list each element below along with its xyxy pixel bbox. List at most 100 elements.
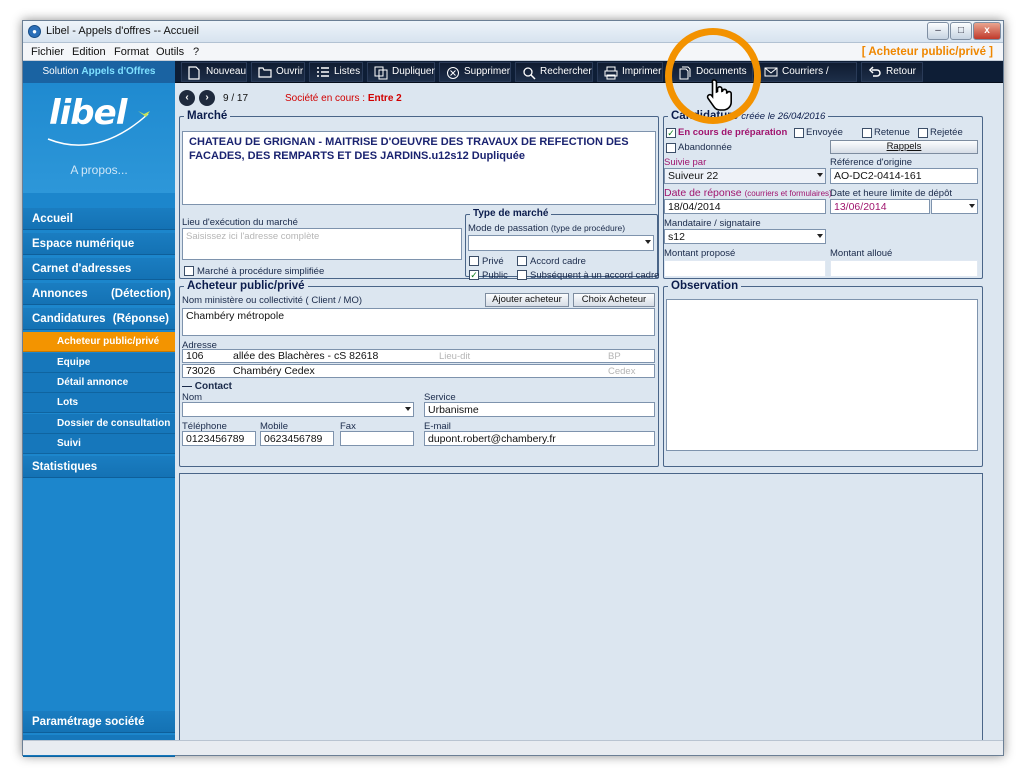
- courriers-emails-button[interactable]: Courriers / emails: [757, 62, 857, 95]
- lieu-execution-input[interactable]: Saisissez ici l'adresse complète: [182, 228, 462, 260]
- mode-passation-select[interactable]: [468, 235, 654, 251]
- date-limite-input[interactable]: 13/06/2014: [830, 199, 930, 214]
- marche-group: Marché CHATEAU DE GRIGNAN - MAITRISE D'O…: [179, 110, 659, 281]
- imprimer-button[interactable]: Imprimer: [597, 62, 663, 82]
- en-cours-checkbox[interactable]: ✓: [666, 128, 676, 138]
- observation-textarea[interactable]: [666, 299, 978, 451]
- menu-edition[interactable]: Edition: [72, 46, 106, 58]
- menu-help[interactable]: ?: [193, 46, 199, 58]
- bp-placeholder: BP: [608, 351, 621, 362]
- suivie-par-select[interactable]: Suiveur 22: [664, 168, 826, 184]
- sidebar-sub-suivi[interactable]: Suivi: [23, 434, 175, 454]
- date-reponse-input[interactable]: 18/04/2014: [664, 199, 826, 214]
- sidebar-sub-detail-annonce[interactable]: Détail annonce: [23, 373, 175, 393]
- subsequent-checkbox[interactable]: [517, 270, 527, 280]
- abandonnee-checkbox[interactable]: [666, 143, 676, 153]
- retour-button[interactable]: Retour: [861, 62, 923, 82]
- cedex-placeholder: Cedex: [608, 366, 636, 377]
- procedure-simplifiee-checkbox[interactable]: [184, 266, 194, 276]
- choix-acheteur-button[interactable]: Choix Acheteur: [573, 293, 655, 307]
- nouveau-button[interactable]: Nouveau: [181, 62, 247, 82]
- ajouter-acheteur-button[interactable]: Ajouter acheteur: [485, 293, 569, 307]
- sidebar-sub-lots[interactable]: Lots: [23, 393, 175, 413]
- mandataire-select[interactable]: s12: [664, 229, 826, 244]
- type-marche-group: Type de marché Mode de passation (type d…: [465, 209, 659, 281]
- list-icon: [317, 67, 329, 77]
- libel-logo: libel: [49, 93, 127, 133]
- montant-propose-input[interactable]: [664, 260, 826, 277]
- sidebar-item-annonces[interactable]: Annonces (Détection): [23, 283, 175, 305]
- sidebar-item-parametrage[interactable]: Paramétrage société: [23, 711, 175, 733]
- candidature-group: Candidature créée le 26/04/2016 ✓ En cou…: [663, 110, 983, 279]
- record-counter: 9 / 17: [223, 93, 249, 104]
- sidebar: libel A propos... Accueil Espace numériq…: [23, 83, 175, 757]
- minimize-button[interactable]: –: [927, 22, 949, 40]
- restore-button[interactable]: □: [950, 22, 972, 40]
- chevron-down-icon: [645, 240, 651, 244]
- sidebar-sub-dossier-consultation[interactable]: Dossier de consultation: [23, 414, 175, 434]
- fax-input[interactable]: [340, 431, 414, 446]
- sidebar-sub-acheteur[interactable]: Acheteur public/privé: [23, 332, 175, 352]
- dupliquer-button[interactable]: Dupliquer: [367, 62, 435, 82]
- montant-alloue-input[interactable]: [830, 260, 978, 277]
- rejetee-checkbox[interactable]: [918, 128, 928, 138]
- accord-cadre-label: Accord cadre: [530, 256, 586, 267]
- record-navigation: ‹ › 9 / 17 Société en cours : Entre 2: [175, 83, 1003, 107]
- subsequent-label: Subséquent à un accord cadre: [530, 270, 660, 281]
- sidebar-sub-equipe[interactable]: Equipe: [23, 353, 175, 373]
- menu-outils[interactable]: Outils: [156, 46, 184, 58]
- service-input[interactable]: Urbanisme: [424, 402, 655, 417]
- accord-cadre-checkbox[interactable]: [517, 256, 527, 266]
- menu-fichier[interactable]: Fichier: [31, 46, 64, 58]
- supprimer-button[interactable]: Supprimer: [439, 62, 511, 82]
- mobile-input[interactable]: 0623456789: [260, 431, 334, 446]
- observation-legend: Observation: [671, 280, 739, 292]
- envoyee-label: Envoyée: [806, 127, 843, 138]
- adresse-line2[interactable]: 73026 Chambéry Cedex Cedex: [182, 364, 655, 378]
- hand-cursor-icon: [706, 79, 732, 111]
- apropos-link[interactable]: A propos...: [23, 163, 175, 177]
- marche-legend: Marché: [187, 110, 228, 122]
- mode-passation-label: Mode de passation (type de procédure): [468, 223, 626, 234]
- public-checkbox[interactable]: ✓: [469, 270, 479, 280]
- en-cours-label: En cours de préparation: [678, 127, 788, 138]
- sidebar-item-candidatures[interactable]: Candidatures (Réponse): [23, 308, 175, 330]
- solution-label: Solution Appels d'Offres: [23, 61, 175, 83]
- sidebar-item-statistiques[interactable]: Statistiques: [23, 456, 175, 478]
- toolbar: Solution Appels d'Offres Nouveau Ouvrir …: [23, 61, 1003, 95]
- envoyee-checkbox[interactable]: [794, 128, 804, 138]
- abandonnee-label: Abandonnée: [678, 142, 732, 153]
- contact-label: — Contact: [182, 381, 233, 392]
- prive-checkbox[interactable]: [469, 256, 479, 266]
- status-bar: [23, 740, 1003, 755]
- adresse-line1[interactable]: 106 allée des Blachères - cS 82618 Lieu-…: [182, 349, 655, 363]
- menu-format[interactable]: Format: [114, 46, 149, 58]
- lieu-label: Lieu d'exécution du marché: [182, 217, 298, 228]
- heure-limite-select[interactable]: [931, 199, 978, 214]
- telephone-input[interactable]: 0123456789: [182, 431, 256, 446]
- sidebar-item-espace-numerique[interactable]: Espace numérique: [23, 233, 175, 255]
- email-input[interactable]: dupont.robert@chambery.fr: [424, 431, 655, 446]
- previous-record-button[interactable]: ‹: [179, 90, 195, 106]
- main-panel: ‹ › 9 / 17 Société en cours : Entre 2 Ma…: [175, 83, 1003, 753]
- listes-button[interactable]: Listes: [309, 62, 363, 82]
- search-icon: [523, 67, 536, 80]
- rappels-button[interactable]: Rappels: [830, 140, 978, 154]
- sidebar-item-carnet-adresses[interactable]: Carnet d'adresses: [23, 258, 175, 280]
- sidebar-item-accueil[interactable]: Accueil: [23, 208, 175, 230]
- contact-nom-select[interactable]: [182, 402, 414, 417]
- ouvrir-button[interactable]: Ouvrir: [251, 62, 305, 82]
- printer-icon: [604, 66, 618, 80]
- rechercher-button[interactable]: Rechercher: [515, 62, 593, 82]
- menu-bar: Fichier Edition Format Outils ? [ Achete…: [23, 43, 1003, 61]
- reference-origine-input[interactable]: AO-DC2-0414-161: [830, 168, 978, 184]
- lieu-dit-placeholder: Lieu-dit: [439, 351, 471, 362]
- marche-title-field[interactable]: CHATEAU DE GRIGNAN - MAITRISE D'OEUVRE D…: [182, 131, 656, 205]
- voie: allée des Blachères - cS 82618: [233, 350, 379, 362]
- next-record-button[interactable]: ›: [199, 90, 215, 106]
- nom-acheteur-input[interactable]: Chambéry métropole: [182, 308, 655, 336]
- chevron-down-icon: [817, 173, 823, 177]
- close-button[interactable]: x: [973, 22, 1001, 40]
- retenue-checkbox[interactable]: [862, 128, 872, 138]
- title-bar[interactable]: ● Libel - Appels d'offres -- Accueil – □…: [23, 21, 1003, 43]
